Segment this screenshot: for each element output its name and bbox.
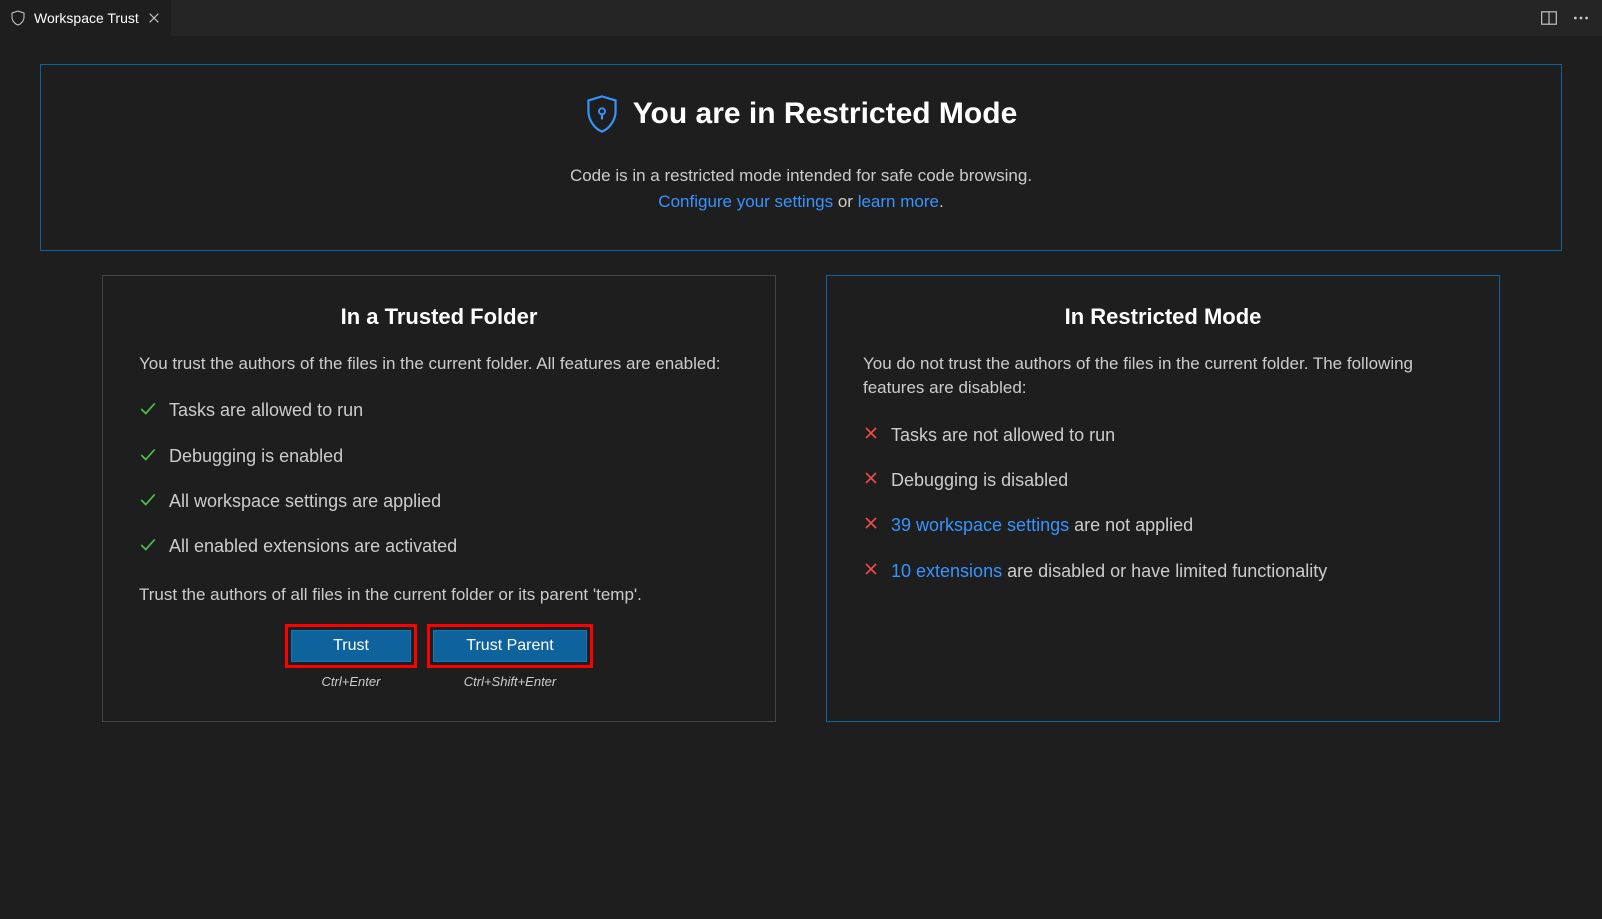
trust-parent-kbd-hint: Ctrl+Shift+Enter <box>464 674 557 689</box>
restricted-mode-banner: You are in Restricted Mode Code is in a … <box>40 64 1562 251</box>
x-icon <box>863 470 879 486</box>
x-icon <box>863 515 879 531</box>
list-item: Tasks are not allowed to run <box>863 423 1463 448</box>
trust-button-highlight: Trust <box>285 624 417 668</box>
check-icon <box>139 400 157 418</box>
list-item: Debugging is enabled <box>139 444 739 469</box>
list-item: 10 extensions are disabled or have limit… <box>863 559 1463 584</box>
trusted-feature-list: Tasks are allowed to run Debugging is en… <box>139 398 739 559</box>
restricted-feature-list: Tasks are not allowed to run Debugging i… <box>863 423 1463 584</box>
shield-lock-icon <box>585 95 619 133</box>
list-item: All workspace settings are applied <box>139 489 739 514</box>
shield-icon <box>10 10 26 26</box>
trust-kbd-hint: Ctrl+Enter <box>322 674 381 689</box>
close-icon[interactable] <box>147 11 161 25</box>
more-actions-icon[interactable] <box>1572 9 1590 27</box>
trusted-action-desc: Trust the authors of all files in the cu… <box>139 583 739 608</box>
check-icon <box>139 536 157 554</box>
list-item: 39 workspace settings are not applied <box>863 513 1463 538</box>
configure-settings-link[interactable]: Configure your settings <box>658 192 833 211</box>
list-item: Tasks are allowed to run <box>139 398 739 423</box>
restricted-panel-title: In Restricted Mode <box>863 304 1463 330</box>
banner-title: You are in Restricted Mode <box>633 97 1018 131</box>
split-editor-icon[interactable] <box>1540 9 1558 27</box>
tab-workspace-trust[interactable]: Workspace Trust <box>0 0 171 36</box>
learn-more-link[interactable]: learn more <box>858 192 939 211</box>
tab-bar: Workspace Trust <box>0 0 1602 36</box>
restricted-mode-panel: In Restricted Mode You do not trust the … <box>826 275 1500 722</box>
extensions-link[interactable]: 10 extensions <box>891 561 1002 581</box>
trusted-folder-panel: In a Trusted Folder You trust the author… <box>102 275 776 722</box>
check-icon <box>139 491 157 509</box>
tab-title: Workspace Trust <box>34 10 139 26</box>
workspace-settings-link[interactable]: 39 workspace settings <box>891 515 1069 535</box>
trust-button[interactable]: Trust <box>291 630 411 662</box>
trust-parent-button-highlight: Trust Parent <box>427 624 593 668</box>
editor-body: You are in Restricted Mode Code is in a … <box>0 36 1602 722</box>
list-item: Debugging is disabled <box>863 468 1463 493</box>
trusted-panel-desc: You trust the authors of the files in th… <box>139 352 739 377</box>
x-icon <box>863 425 879 441</box>
check-icon <box>139 446 157 464</box>
editor-actions <box>1540 9 1596 27</box>
banner-description: Code is in a restricted mode intended fo… <box>61 163 1541 216</box>
trust-parent-button[interactable]: Trust Parent <box>433 630 587 662</box>
restricted-panel-desc: You do not trust the authors of the file… <box>863 352 1463 401</box>
trusted-panel-title: In a Trusted Folder <box>139 304 739 330</box>
list-item: All enabled extensions are activated <box>139 534 739 559</box>
x-icon <box>863 561 879 577</box>
